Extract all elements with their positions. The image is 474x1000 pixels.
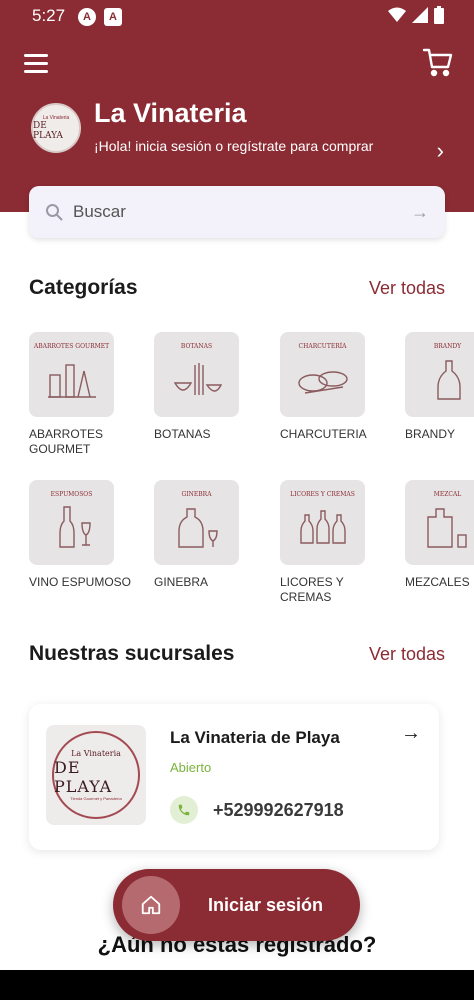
category-thumb-label: ESPUMOSOS xyxy=(50,491,93,498)
category-thumb-label: LICORES Y CREMAS xyxy=(290,491,355,498)
store-name: La Vinateria xyxy=(94,98,247,128)
category-thumb-label: BRANDY xyxy=(433,343,462,350)
branch-logo-main-text: DE PLAYA xyxy=(54,758,113,796)
branch-name: La Vinateria de Playa xyxy=(170,728,340,747)
store-logo: La Vinateria DE PLAYA xyxy=(31,103,81,153)
category-thumbnail: BRANDY xyxy=(405,332,474,417)
search-input[interactable] xyxy=(63,202,411,222)
phone-glyph-icon xyxy=(178,804,190,816)
gin-bottle-icon xyxy=(177,507,218,548)
categories-title: Categorías xyxy=(29,276,138,299)
categories-see-all-link[interactable]: Ver todas xyxy=(369,278,445,299)
branch-logo-top-text: La Vinateria xyxy=(71,749,121,758)
home-icon xyxy=(122,876,180,934)
category-label: LICORES Y CREMAS xyxy=(280,575,344,604)
brandy-bottle-icon xyxy=(436,359,461,400)
chevron-right-icon[interactable]: › xyxy=(437,138,444,164)
hamburger-menu-icon[interactable] xyxy=(24,50,50,76)
category-label: BOTANAS xyxy=(154,427,211,441)
branch-card[interactable]: La Vinateria DE PLAYA Tienda Gourmet y P… xyxy=(29,704,439,850)
category-label: BRANDY xyxy=(405,427,456,441)
status-time: 5:27 xyxy=(32,6,66,25)
category-abarrotes-gourmet[interactable]: ABARROTES GOURMET ABARROTES GOURMET xyxy=(29,332,139,457)
category-botanas[interactable]: BOTANAS BOTANAS xyxy=(154,332,264,442)
arrow-right-icon[interactable]: → xyxy=(401,722,421,745)
category-vino-espumoso[interactable]: ESPUMOSOS VINO ESPUMOSO xyxy=(29,480,139,590)
category-label: MEZCALES xyxy=(405,575,470,589)
notification-badge-icon: A xyxy=(78,8,96,26)
menu-line xyxy=(24,69,48,73)
wifi-icon xyxy=(388,7,406,22)
category-thumb-label: MEZCAL xyxy=(433,491,462,498)
category-ginebra[interactable]: GINEBRA GINEBRA xyxy=(154,480,264,590)
category-label: GINEBRA xyxy=(154,575,209,589)
category-thumbnail: GINEBRA xyxy=(154,480,239,565)
signal-icon xyxy=(412,7,428,23)
category-brandy[interactable]: BRANDY BRANDY xyxy=(405,332,474,442)
branch-phone[interactable]: +529992627918 xyxy=(213,800,344,821)
category-label: VINO ESPUMOSO xyxy=(29,575,132,589)
login-button-label: Iniciar sesión xyxy=(208,894,324,915)
status-icons xyxy=(388,6,444,24)
category-thumbnail: CHARCUTERÍA xyxy=(280,332,365,417)
category-thumbnail: MEZCAL xyxy=(405,480,474,565)
branch-logo: La Vinateria DE PLAYA Tienda Gourmet y P… xyxy=(46,725,146,825)
status-bar: 5:27 A A xyxy=(0,0,474,32)
branch-logo-bottom-text: Tienda Gourmet y Panadería xyxy=(70,796,122,801)
mezcal-bottle-icon xyxy=(426,507,467,548)
liqueur-bottles-icon xyxy=(299,509,346,544)
app-badge-icon: A xyxy=(104,8,122,26)
cart-icon[interactable] xyxy=(422,46,454,78)
category-charcuteria[interactable]: CHARCUTERÍA CHARCUTERIA xyxy=(280,332,390,442)
category-thumb-label: CHARCUTERÍA xyxy=(298,343,347,350)
search-icon xyxy=(46,204,63,221)
search-bar[interactable]: → xyxy=(29,186,445,238)
category-label: ABARROTES GOURMET xyxy=(29,427,104,456)
groceries-icon xyxy=(47,363,96,398)
charcuterie-icon xyxy=(297,370,348,394)
category-thumbnail: ABARROTES GOURMET xyxy=(29,332,114,417)
category-thumbnail: ESPUMOSOS xyxy=(29,480,114,565)
login-button[interactable]: Iniciar sesión xyxy=(113,869,360,941)
category-thumbnail: BOTANAS xyxy=(154,332,239,417)
branches-see-all-link[interactable]: Ver todas xyxy=(369,644,445,665)
system-navigation-bar xyxy=(0,970,474,1000)
category-licores-y-cremas[interactable]: LICORES Y CREMAS LICORES Y CREMAS xyxy=(280,480,390,605)
phone-icon[interactable] xyxy=(170,796,198,824)
menu-line xyxy=(24,61,48,65)
snacks-icon xyxy=(173,362,222,395)
store-logo-main-text: DE PLAYA xyxy=(33,121,63,141)
category-thumb-label: BOTANAS xyxy=(180,343,213,350)
category-thumbnail: LICORES Y CREMAS xyxy=(280,480,365,565)
category-thumb-label: GINEBRA xyxy=(181,491,212,498)
category-mezcales[interactable]: MEZCAL MEZCALES xyxy=(405,480,474,590)
menu-line xyxy=(24,53,48,57)
branches-title: Nuestras sucursales xyxy=(29,642,235,665)
login-prompt-link[interactable]: ¡Hola! inicia sesión o regístrate para c… xyxy=(94,138,373,154)
arrow-right-icon[interactable]: → xyxy=(411,202,429,223)
battery-icon xyxy=(434,6,444,24)
branch-logo-ring: La Vinateria DE PLAYA Tienda Gourmet y P… xyxy=(52,731,140,819)
category-thumb-label: ABARROTES GOURMET xyxy=(33,343,110,350)
branch-status: Abierto xyxy=(170,760,212,775)
category-label: CHARCUTERIA xyxy=(280,427,367,441)
sparkling-wine-icon xyxy=(58,505,91,548)
